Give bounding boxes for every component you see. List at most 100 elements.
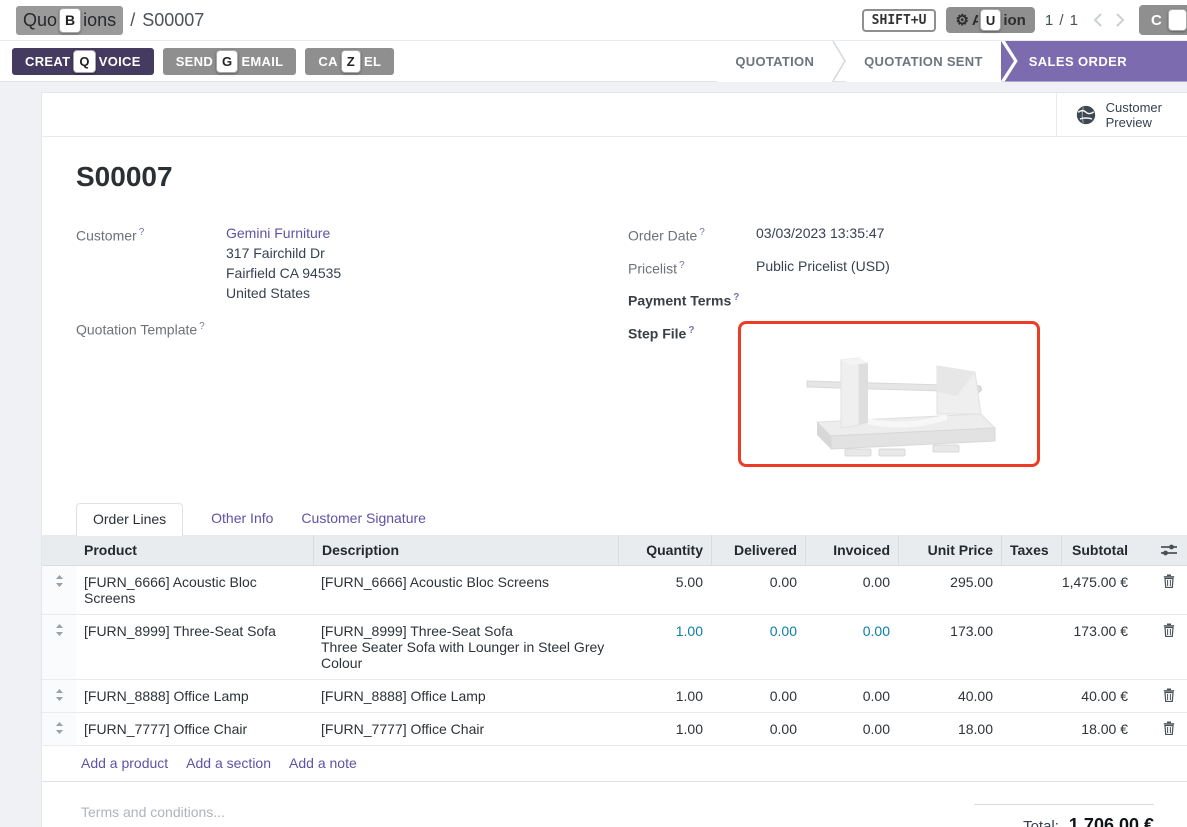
- cell-quantity[interactable]: 5.00: [618, 566, 711, 614]
- shortcut-key-overlay-g: G: [216, 50, 238, 73]
- cell-taxes[interactable]: [1001, 615, 1061, 679]
- cell-taxes[interactable]: [1001, 566, 1061, 614]
- status-step-quotation[interactable]: QUOTATION: [717, 41, 832, 82]
- drag-handle[interactable]: [55, 688, 64, 702]
- delete-row-button[interactable]: [1163, 574, 1175, 588]
- status-step-quotation-sent[interactable]: QUOTATION SENT: [846, 41, 1001, 82]
- shortcut-key-overlay-z: Z: [341, 50, 361, 73]
- tab-order-lines[interactable]: Order Lines: [76, 503, 183, 536]
- status-step-sales-order[interactable]: SALES ORDER: [1005, 41, 1187, 82]
- customer-link[interactable]: Gemini Furniture: [226, 225, 330, 241]
- cell-product[interactable]: [FURN_8999] Three-Seat Sofa: [76, 615, 313, 679]
- field-payment-terms: Payment Terms?: [628, 288, 1187, 311]
- page-background: Customer Preview S00007 Customer? Gemini…: [0, 82, 1187, 827]
- tab-other-info[interactable]: Other Info: [211, 503, 273, 535]
- order-date-value[interactable]: 03/03/2023 13:35:47: [756, 223, 884, 246]
- cancel-button[interactable]: CA Z EL: [305, 48, 394, 75]
- cell-delivered[interactable]: 0.00: [711, 566, 805, 614]
- help-icon: ?: [139, 227, 145, 238]
- column-header-quantity[interactable]: Quantity: [618, 535, 711, 565]
- help-icon: ?: [733, 292, 739, 303]
- corner-cutoff-button[interactable]: C: [1139, 5, 1187, 35]
- chevron-left-icon: [1091, 12, 1105, 28]
- address-line-2: Fairfield CA 94535: [226, 263, 341, 283]
- cell-description[interactable]: [FURN_8888] Office Lamp: [313, 680, 618, 712]
- step-file-image-frame[interactable]: [738, 321, 1040, 467]
- delete-row-button[interactable]: [1163, 688, 1175, 702]
- row-handle-cell: [42, 615, 76, 679]
- drag-handle[interactable]: [55, 721, 64, 735]
- address-line-3: United States: [226, 283, 341, 303]
- cell-delivered[interactable]: 0.00: [711, 680, 805, 712]
- terms-and-conditions-field[interactable]: Terms and conditions...: [81, 804, 225, 827]
- create-invoice-button[interactable]: CREAT Q VOICE: [12, 48, 154, 75]
- column-header-invoiced[interactable]: Invoiced: [805, 535, 898, 565]
- shortcut-key-overlay-u: U: [980, 9, 1001, 31]
- row-actions-cell: [1136, 566, 1187, 614]
- control-bar: CREAT Q VOICE SEND G EMAIL CA Z EL QUOTA…: [0, 41, 1187, 82]
- status-separator-icon: [832, 41, 846, 81]
- table-footer-links: Add a product Add a section Add a note: [42, 746, 1187, 782]
- pricelist-value[interactable]: Public Pricelist (USD): [756, 256, 890, 279]
- help-icon: ?: [679, 260, 685, 271]
- payment-terms-label: Payment Terms?: [628, 288, 756, 311]
- cell-invoiced[interactable]: 0.00: [805, 713, 898, 745]
- add-a-section-link[interactable]: Add a section: [186, 755, 271, 771]
- cell-unit-price[interactable]: 40.00: [898, 680, 1001, 712]
- column-header-unit-price[interactable]: Unit Price: [898, 535, 1001, 565]
- column-header-delivered[interactable]: Delivered: [711, 535, 805, 565]
- customer-preview-button[interactable]: Customer Preview: [1056, 93, 1187, 136]
- cell-unit-price[interactable]: 295.00: [898, 566, 1001, 614]
- cell-product[interactable]: [FURN_7777] Office Chair: [76, 713, 313, 745]
- delete-row-button[interactable]: [1163, 721, 1175, 735]
- sheet-top-strip: Customer Preview: [42, 93, 1187, 137]
- cell-delivered[interactable]: 0.00: [711, 713, 805, 745]
- row-handle-cell: [42, 713, 76, 745]
- cell-delivered[interactable]: 0.00: [711, 615, 805, 679]
- drag-handle[interactable]: [55, 623, 64, 637]
- customer-preview-line2: Preview: [1106, 115, 1152, 130]
- table-row: [FURN_7777] Office Chair [FURN_7777] Off…: [42, 713, 1187, 746]
- chevron-right-icon: [1113, 12, 1127, 28]
- drag-handle[interactable]: [55, 574, 64, 588]
- add-a-product-link[interactable]: Add a product: [81, 755, 168, 771]
- notebook-tabs: Order Lines Other Info Customer Signatur…: [76, 503, 1187, 535]
- form-sheet: Customer Preview S00007 Customer? Gemini…: [41, 92, 1187, 827]
- pager-previous-button[interactable]: [1089, 10, 1107, 30]
- column-header-description[interactable]: Description: [313, 535, 618, 565]
- pager-next-button[interactable]: [1111, 10, 1129, 30]
- action-menu-button[interactable]: ⚙ A U ion: [946, 7, 1034, 33]
- field-step-file: Step File?: [628, 321, 1187, 467]
- order-date-label: Order Date?: [628, 223, 756, 246]
- cell-unit-price[interactable]: 18.00: [898, 713, 1001, 745]
- cell-invoiced[interactable]: 0.00: [805, 680, 898, 712]
- cell-quantity[interactable]: 1.00: [618, 713, 711, 745]
- cell-invoiced[interactable]: 0.00: [805, 615, 898, 679]
- breadcrumb-separator: /: [130, 10, 135, 31]
- optional-columns-button[interactable]: [1160, 543, 1178, 557]
- cell-product[interactable]: [FURN_8888] Office Lamp: [76, 680, 313, 712]
- column-header-subtotal[interactable]: Subtotal: [1061, 535, 1136, 565]
- tab-customer-signature[interactable]: Customer Signature: [301, 503, 426, 535]
- cell-quantity[interactable]: 1.00: [618, 680, 711, 712]
- cell-product[interactable]: [FURN_6666] Acoustic Bloc Screens: [76, 566, 313, 614]
- add-a-note-link[interactable]: Add a note: [289, 755, 357, 771]
- cell-quantity[interactable]: 1.00: [618, 615, 711, 679]
- cell-description[interactable]: [FURN_6666] Acoustic Bloc Screens: [313, 566, 618, 614]
- cell-invoiced[interactable]: 0.00: [805, 566, 898, 614]
- trash-icon: [1163, 623, 1175, 637]
- breadcrumb-parent-link[interactable]: Quo B ions: [16, 6, 123, 35]
- delete-row-button[interactable]: [1163, 623, 1175, 637]
- column-header-product[interactable]: Product: [76, 535, 313, 565]
- sheet-footer: Terms and conditions... Total: 1,706.00 …: [81, 804, 1187, 827]
- cell-taxes[interactable]: [1001, 713, 1061, 745]
- handle-column-header: [42, 535, 76, 565]
- field-pricelist: Pricelist? Public Pricelist (USD): [628, 256, 1187, 279]
- send-email-button[interactable]: SEND G EMAIL: [163, 48, 297, 75]
- cell-description[interactable]: [FURN_8999] Three-Seat Sofa Three Seater…: [313, 615, 618, 679]
- cell-taxes[interactable]: [1001, 680, 1061, 712]
- cell-unit-price[interactable]: 173.00: [898, 615, 1001, 679]
- cell-description[interactable]: [FURN_7777] Office Chair: [313, 713, 618, 745]
- column-header-taxes[interactable]: Taxes: [1001, 535, 1061, 565]
- help-icon: ?: [199, 321, 205, 332]
